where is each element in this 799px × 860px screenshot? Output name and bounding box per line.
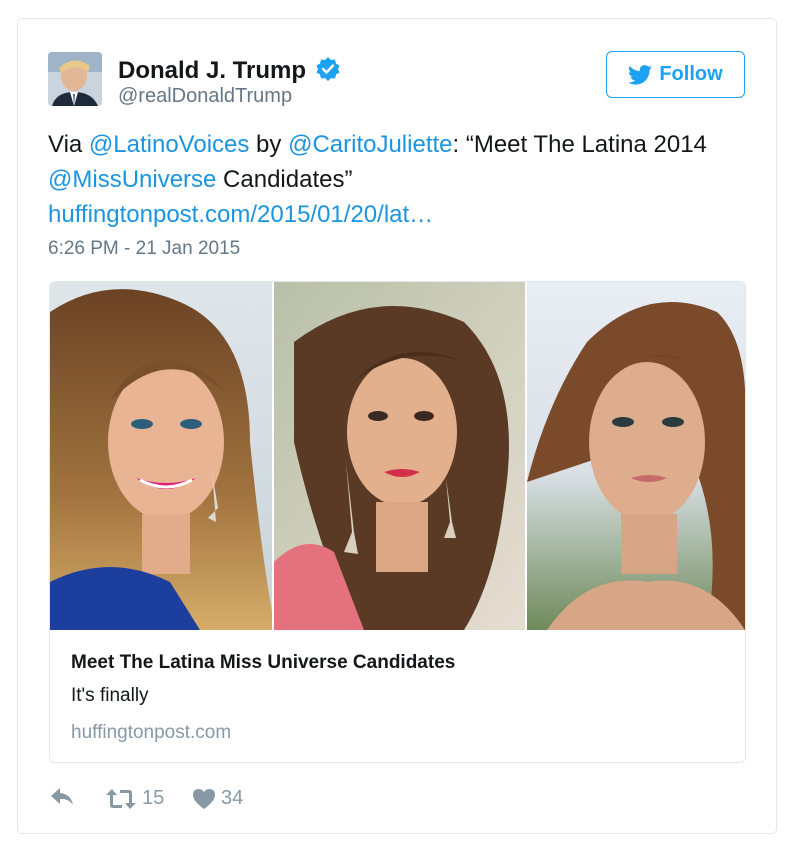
author-name[interactable]: Donald J. Trump [118, 57, 306, 85]
retweet-button[interactable]: 15 [106, 787, 164, 810]
link-preview-card[interactable]: Meet The Latina Miss Universe Candidates… [49, 281, 746, 763]
tweet-text-part: by [249, 131, 289, 158]
heart-icon [193, 788, 215, 809]
verified-badge-icon [316, 57, 340, 81]
author-handle[interactable]: @realDonaldTrump [118, 85, 292, 108]
preview-title: Meet The Latina Miss Universe Candidates [71, 652, 456, 673]
follow-label: Follow [659, 63, 723, 85]
tweet-actions: 15 34 [48, 787, 448, 815]
like-count: 34 [221, 787, 244, 809]
preview-photo-3 [527, 282, 745, 630]
tweet-card: Donald J. Trump @realDonaldTrump Follow … [17, 18, 777, 834]
tweet-text-part: : “Meet The Latina 2014 [452, 131, 707, 158]
tweet-text: Via @LatinoVoices by @CaritoJuliette: “M… [48, 127, 748, 232]
reply-button[interactable] [50, 787, 74, 807]
retweet-icon [106, 788, 136, 809]
mention-latinovoices[interactable]: @LatinoVoices [89, 131, 249, 158]
reply-icon [51, 788, 73, 805]
follow-button[interactable]: Follow [606, 51, 745, 98]
preview-image-collage [50, 282, 745, 630]
mention-missuniverse[interactable]: @MissUniverse [48, 166, 216, 193]
preview-photo-1 [50, 282, 272, 630]
preview-description: It's finally [71, 685, 149, 706]
mention-caritojuliette[interactable]: @CaritoJuliette [288, 131, 452, 158]
preview-photo-2 [274, 282, 525, 630]
preview-domain: huffingtonpost.com [71, 722, 232, 743]
tweet-link[interactable]: huffingtonpost.com/2015/01/20/lat… [48, 201, 433, 228]
retweet-count: 15 [142, 787, 165, 809]
tweet-timestamp[interactable]: 6:26 PM - 21 Jan 2015 [48, 238, 240, 260]
twitter-bird-icon [628, 64, 653, 85]
author-avatar[interactable] [48, 52, 102, 106]
like-button[interactable]: 34 [193, 787, 243, 810]
tweet-text-part: Candidates” [216, 166, 353, 193]
tweet-text-part: Via [48, 131, 89, 158]
